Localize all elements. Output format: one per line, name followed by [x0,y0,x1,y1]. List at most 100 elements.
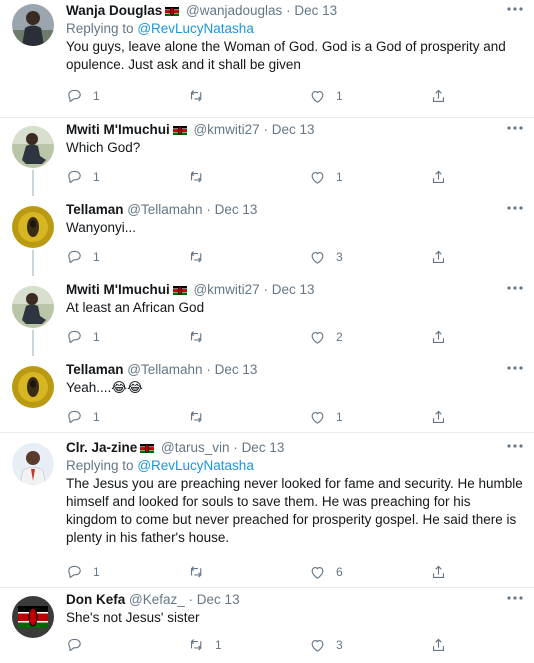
reply-count: 1 [93,330,100,344]
thread-line [32,250,34,276]
retweet-button[interactable] [188,407,215,427]
avatar[interactable] [12,286,54,328]
separator: · [206,362,211,377]
tweet-date[interactable]: Dec 13 [215,362,258,377]
reply-button[interactable]: 1 [66,167,100,187]
author-name[interactable]: Mwiti M'Imuchui [66,122,170,137]
tweet-date[interactable]: Dec 13 [242,440,285,455]
author-name[interactable]: Tellaman [66,362,124,377]
author-handle[interactable]: @wanjadouglas [186,3,282,18]
reply-button[interactable]: 1 [66,327,100,347]
avatar[interactable] [12,4,54,46]
tweet-text-line: himself and looked for souls to save the… [66,494,471,509]
like-button[interactable]: 1 [309,407,343,427]
tweet-date[interactable]: Dec 13 [272,122,315,137]
tweet-date[interactable]: Dec 13 [215,202,258,217]
more-icon[interactable] [506,283,524,293]
share-button[interactable] [430,86,447,106]
avatar[interactable] [12,443,54,485]
kenya-flag-icon [172,126,187,135]
retweet-icon [190,410,202,423]
tweet-actions: 1 6 [66,562,456,582]
reply-button[interactable]: 1 [66,407,100,427]
like-button[interactable]: 1 [309,167,343,187]
more-icon[interactable] [506,203,524,213]
more-icon[interactable] [506,123,524,133]
more-icon[interactable] [506,4,524,14]
author-name[interactable]: Mwiti M'Imuchui [66,282,170,297]
author-name[interactable]: Clr. Ja-zine [66,440,137,455]
separator: · [188,592,194,607]
share-icon [432,565,445,578]
like-icon [311,251,324,264]
tweet-date[interactable]: Dec 13 [294,3,337,18]
kenya-flag-icon [165,7,180,16]
author-name[interactable]: Don Kefa [66,592,125,607]
reply-count: 1 [93,410,100,424]
more-icon[interactable] [506,363,524,373]
author-handle[interactable]: @tarus_vin [161,440,229,455]
retweet-button[interactable] [188,167,215,187]
avatar[interactable] [12,366,54,408]
tweet[interactable]: Tellaman @Tellamahn · Dec 13 Wanyonyi...… [0,198,534,278]
retweet-icon [190,250,202,263]
separator: · [263,122,268,137]
like-count: 1 [336,170,343,184]
like-button[interactable]: 2 [309,327,343,347]
author-name[interactable]: Wanja Douglas [66,3,162,18]
thread-line [32,330,34,356]
share-icon [432,638,445,651]
avatar[interactable] [12,206,54,248]
share-button[interactable] [430,247,447,267]
tweet-text: The Jesus you are preaching never looked… [66,475,524,547]
share-button[interactable] [430,562,447,582]
share-button[interactable] [430,327,447,347]
share-button[interactable] [430,635,447,655]
author-handle[interactable]: @Kefaz_ [129,592,185,607]
retweet-button[interactable] [188,86,215,106]
share-button[interactable] [430,167,447,187]
tweet[interactable]: Wanja Douglas @wanjadouglas · Dec 13 Rep… [0,0,534,118]
tweet-date[interactable]: Dec 13 [272,282,315,297]
share-button[interactable] [430,407,447,427]
separator: · [206,202,211,217]
author-handle[interactable]: @Tellamahn [127,362,202,377]
avatar[interactable] [12,596,54,638]
tweet[interactable]: Clr. Ja-zine @tarus_vin · Dec 13 Replyin… [0,433,534,588]
like-button[interactable]: 3 [309,247,343,267]
reply-button[interactable]: 1 [66,562,100,582]
retweet-button[interactable] [188,247,215,267]
mention-link[interactable]: @RevLucyNatasha [137,21,254,36]
like-icon [311,411,324,424]
separator: · [263,282,268,297]
author-handle[interactable]: @Tellamahn [127,202,202,217]
mention-link[interactable]: @RevLucyNatasha [137,458,254,473]
tweet[interactable]: Mwiti M'Imuchui @kmwiti27 · Dec 13 Which… [0,118,534,198]
reply-count: 1 [93,565,100,579]
avatar[interactable] [12,126,54,168]
tweet-actions: 1 3 [66,247,456,267]
retweet-button[interactable] [188,562,215,582]
author-handle[interactable]: @kmwiti27 [193,122,259,137]
reply-button[interactable] [66,635,93,655]
reply-button[interactable]: 1 [66,247,100,267]
like-icon [311,171,324,184]
author-name[interactable]: Tellaman [66,202,124,217]
tweet-text: At least an African God [66,300,205,315]
retweet-button[interactable]: 1 [188,635,222,655]
like-button[interactable]: 3 [309,635,343,655]
like-button[interactable]: 1 [309,86,343,106]
like-icon [311,331,324,344]
tweet[interactable]: Mwiti M'Imuchui @kmwiti27 · Dec 13 At le… [0,278,534,358]
retweet-button[interactable] [188,327,215,347]
like-button[interactable]: 6 [309,562,343,582]
more-icon[interactable] [506,593,524,603]
tweet-feed: Wanja Douglas @wanjadouglas · Dec 13 Rep… [0,0,534,663]
tweet[interactable]: Don Kefa @Kefaz_ · Dec 13 She's not Jesu… [0,588,534,663]
reply-button[interactable]: 1 [66,86,100,106]
reply-icon [68,170,81,183]
author-handle[interactable]: @kmwiti27 [193,282,259,297]
more-icon[interactable] [506,441,524,451]
tweet[interactable]: Tellaman @Tellamahn · Dec 13 Yeah....😂😂 … [0,358,534,433]
tweet-date[interactable]: Dec 13 [197,592,240,607]
